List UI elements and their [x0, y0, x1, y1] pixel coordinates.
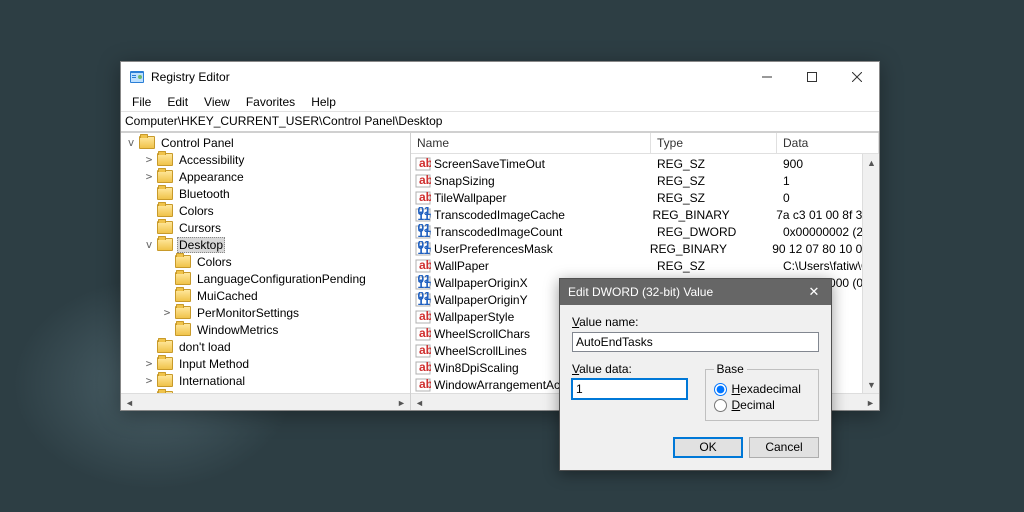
menu-file[interactable]: File	[124, 93, 159, 111]
svg-text:ab: ab	[419, 326, 431, 340]
list-header[interactable]: Name Type Data	[411, 133, 879, 154]
list-row[interactable]: 011110TranscodedImageCacheREG_BINARY7a c…	[411, 206, 879, 223]
svg-text:110: 110	[418, 243, 432, 257]
tree-h-scrollbar[interactable]: ◄►	[121, 393, 410, 410]
col-type[interactable]: Type	[651, 133, 777, 153]
dialog-close-button[interactable]: ✕	[799, 281, 829, 303]
tree-node[interactable]: vControl Panel	[121, 134, 410, 151]
tree-node[interactable]: Colors	[121, 253, 410, 270]
tree-node[interactable]: Bluetooth	[121, 185, 410, 202]
tree-node[interactable]: >International	[121, 372, 410, 389]
list-row[interactable]: 011110TranscodedImageCountREG_DWORD0x000…	[411, 223, 879, 240]
svg-text:ab: ab	[419, 258, 431, 272]
window-title: Registry Editor	[151, 70, 744, 84]
col-data[interactable]: Data	[777, 133, 879, 153]
cancel-button[interactable]: Cancel	[749, 437, 819, 458]
dialog-titlebar[interactable]: Edit DWORD (32-bit) Value ✕	[560, 279, 831, 305]
tree-node[interactable]: vDesktop	[121, 236, 410, 253]
tree-node[interactable]: >Input Method	[121, 355, 410, 372]
tree-node[interactable]: Cursors	[121, 219, 410, 236]
ok-button[interactable]: OK	[673, 437, 743, 458]
base-group: Base Hexadecimal Decimal	[705, 362, 820, 421]
svg-text:110: 110	[418, 209, 432, 223]
dialog-title: Edit DWORD (32-bit) Value	[568, 285, 799, 299]
address-bar: Computer\HKEY_CURRENT_USER\Control Panel…	[121, 112, 879, 132]
value-data-input[interactable]	[572, 379, 687, 399]
tree-node[interactable]: don't load	[121, 338, 410, 355]
svg-text:110: 110	[418, 277, 432, 291]
tree-node[interactable]: MuiCached	[121, 287, 410, 304]
maximize-button[interactable]	[789, 62, 834, 92]
tree-node[interactable]: >Accessibility	[121, 151, 410, 168]
titlebar[interactable]: Registry Editor	[121, 62, 879, 92]
app-icon	[129, 69, 145, 85]
svg-text:110: 110	[418, 294, 432, 308]
list-row[interactable]: abWallPaperREG_SZC:\Users\fatiw\On	[411, 257, 879, 274]
svg-text:ab: ab	[419, 343, 431, 357]
value-name-input[interactable]	[572, 332, 819, 352]
svg-text:110: 110	[418, 226, 432, 240]
base-legend: Base	[714, 362, 747, 376]
list-row[interactable]: abSnapSizingREG_SZ1	[411, 172, 879, 189]
list-row[interactable]: abTileWallpaperREG_SZ0	[411, 189, 879, 206]
col-name[interactable]: Name	[411, 133, 651, 153]
svg-text:ab: ab	[419, 360, 431, 374]
menu-help[interactable]: Help	[303, 93, 344, 111]
svg-text:ab: ab	[419, 190, 431, 204]
tree-node[interactable]: WindowMetrics	[121, 321, 410, 338]
svg-text:ab: ab	[419, 309, 431, 323]
svg-text:ab: ab	[419, 156, 431, 170]
address-input[interactable]: Computer\HKEY_CURRENT_USER\Control Panel…	[125, 114, 875, 128]
close-button[interactable]	[834, 62, 879, 92]
radio-hex[interactable]: Hexadecimal	[714, 382, 811, 396]
tree-node[interactable]: LanguageConfigurationPending	[121, 270, 410, 287]
list-v-scrollbar[interactable]: ▲▼	[862, 154, 879, 393]
list-row[interactable]: abScreenSaveTimeOutREG_SZ900	[411, 155, 879, 172]
menu-favorites[interactable]: Favorites	[238, 93, 303, 111]
list-row[interactable]: 011110UserPreferencesMaskREG_BINARY90 12…	[411, 240, 879, 257]
tree-node[interactable]: Colors	[121, 202, 410, 219]
menubar: File Edit View Favorites Help	[121, 92, 879, 112]
menu-view[interactable]: View	[196, 93, 238, 111]
minimize-button[interactable]	[744, 62, 789, 92]
svg-text:ab: ab	[419, 377, 431, 391]
tree-node[interactable]: >PerMonitorSettings	[121, 304, 410, 321]
value-data-label: Value data:	[572, 362, 687, 376]
svg-text:ab: ab	[419, 173, 431, 187]
menu-edit[interactable]: Edit	[159, 93, 196, 111]
edit-dword-dialog: Edit DWORD (32-bit) Value ✕ Value name: …	[559, 278, 832, 471]
tree-node[interactable]: >Appearance	[121, 168, 410, 185]
tree-pane[interactable]: vControl Panel>Accessibility>AppearanceB…	[121, 133, 411, 410]
radio-dec[interactable]: Decimal	[714, 398, 811, 412]
value-name-label: Value name:	[572, 315, 819, 329]
